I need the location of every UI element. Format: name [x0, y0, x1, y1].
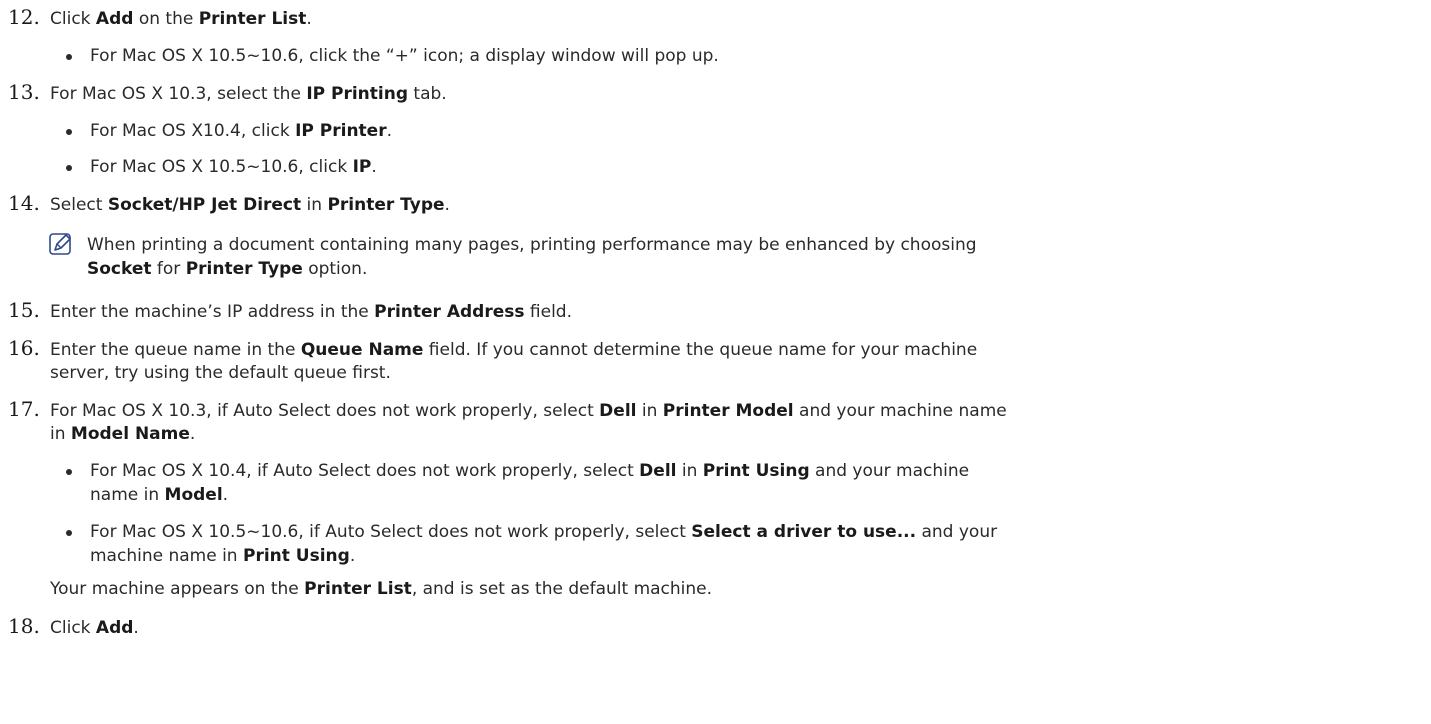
- step-number: 15.: [8, 298, 40, 322]
- bullet-item: For Mac OS X10.4, click IP Printer.: [0, 120, 1431, 142]
- note-text-line2: Socket for Printer Type option.: [87, 259, 368, 279]
- step-18: 18. Click Add.: [0, 615, 1431, 639]
- bullet-item: For Mac OS X 10.5~10.6, if Auto Select d…: [0, 521, 1431, 567]
- step-16: 16. Enter the queue name in the Queue Na…: [0, 337, 1431, 385]
- step-number: 12.: [8, 5, 40, 29]
- bullet-text: For Mac OS X 10.5~10.6, click the “+” ic…: [90, 46, 719, 66]
- bullet-dot: [66, 469, 72, 475]
- bullet-text: For Mac OS X 10.5~10.6, if Auto Select d…: [90, 522, 998, 542]
- step-17: 17. For Mac OS X 10.3, if Auto Select do…: [0, 398, 1431, 446]
- step-13: 13. For Mac OS X 10.3, select the IP Pri…: [0, 81, 1431, 105]
- bullet-dot: [66, 165, 72, 171]
- result-text: Your machine appears on the Printer List…: [50, 579, 713, 599]
- bullet-text: For Mac OS X 10.5~10.6, click IP.: [90, 157, 377, 177]
- step-text: For Mac OS X 10.3, if Auto Select does n…: [50, 401, 1007, 421]
- step-text: Enter the queue name in the Queue Name f…: [50, 340, 978, 360]
- step-text: Click Add on the Printer List.: [50, 9, 312, 29]
- step-17-result: Your machine appears on the Printer List…: [0, 578, 1431, 600]
- bullet-dot: [66, 530, 72, 536]
- note-pencil-icon: [48, 232, 74, 256]
- bullet-item: For Mac OS X 10.4, if Auto Select does n…: [0, 460, 1431, 506]
- bullet-text-line2: machine name in Print Using.: [90, 546, 356, 566]
- step-text-line2: server, try using the default queue firs…: [50, 363, 391, 383]
- step-14: 14. Select Socket/HP Jet Direct in Print…: [0, 192, 1431, 216]
- bullet-dot: [66, 54, 72, 60]
- bullet-text: For Mac OS X10.4, click IP Printer.: [90, 121, 393, 141]
- bullet-text: For Mac OS X 10.4, if Auto Select does n…: [90, 461, 970, 481]
- step-text: Enter the machine’s IP address in the Pr…: [50, 302, 573, 322]
- note-text: When printing a document containing many…: [87, 235, 977, 255]
- bullet-item: For Mac OS X 10.5~10.6, click IP.: [0, 156, 1431, 178]
- step-number: 13.: [8, 80, 40, 104]
- step-text-line2: in Model Name.: [50, 424, 196, 444]
- step-number: 17.: [8, 397, 40, 421]
- note-box: When printing a document containing many…: [0, 232, 1431, 284]
- step-number: 18.: [8, 614, 40, 638]
- bullet-item: For Mac OS X 10.5~10.6, click the “+” ic…: [0, 45, 1431, 67]
- step-text: For Mac OS X 10.3, select the IP Printin…: [50, 84, 447, 104]
- step-text: Click Add.: [50, 618, 139, 638]
- step-number: 16.: [8, 336, 40, 360]
- step-12: 12. Click Add on the Printer List.: [0, 6, 1431, 30]
- step-15: 15. Enter the machine’s IP address in th…: [0, 299, 1431, 323]
- bullet-dot: [66, 129, 72, 135]
- step-number: 14.: [8, 191, 40, 215]
- bullet-text-line2: name in Model.: [90, 485, 229, 505]
- step-text: Select Socket/HP Jet Direct in Printer T…: [50, 195, 450, 215]
